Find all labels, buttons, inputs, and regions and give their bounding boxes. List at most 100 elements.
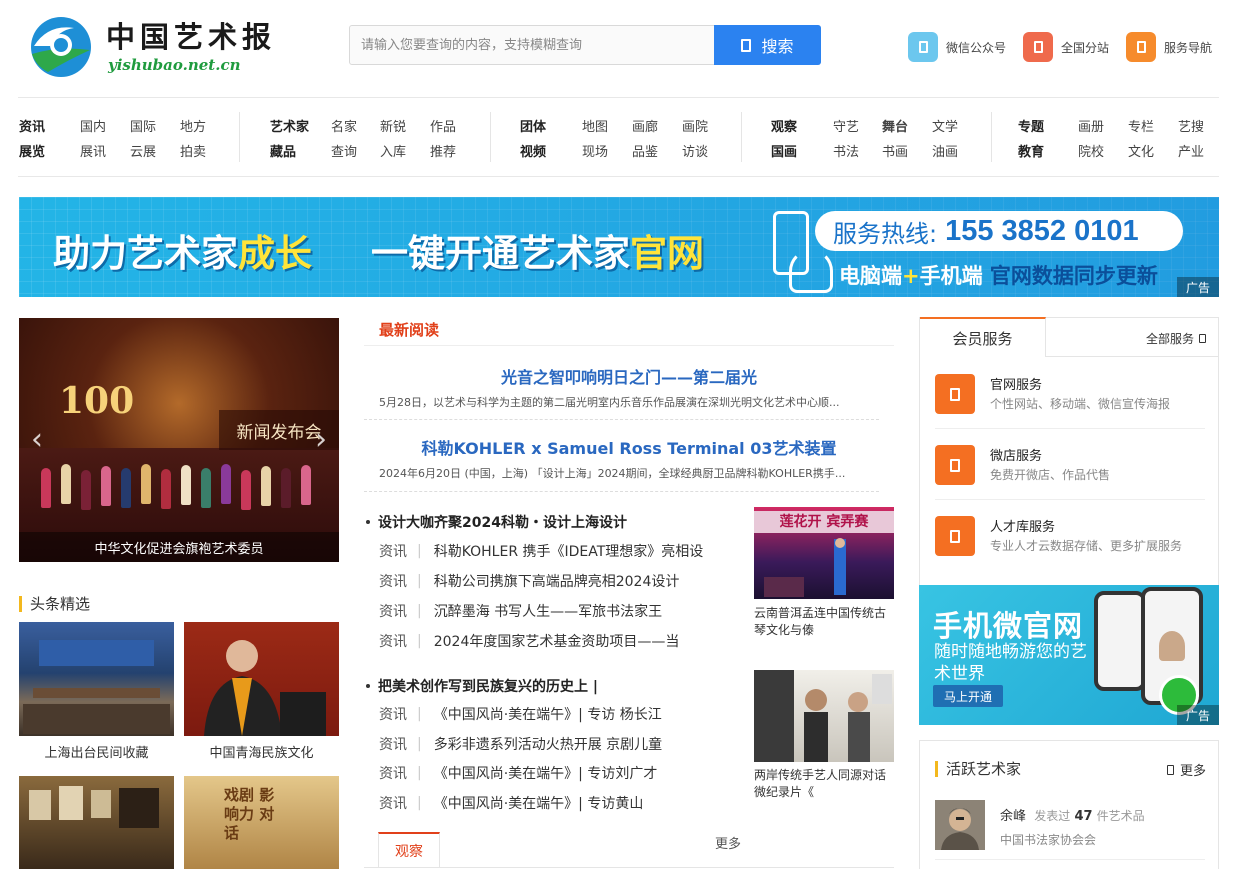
slider-prev-button[interactable]: ‹: [29, 422, 45, 457]
headline-thumb[interactable]: 戏剧 影响力 对话: [184, 776, 339, 869]
nav-item[interactable]: 作品: [430, 116, 456, 135]
nav-item[interactable]: 新锐: [380, 116, 406, 135]
nav-item[interactable]: 产业: [1178, 141, 1204, 160]
search-button-label: 搜索: [761, 37, 794, 56]
photo-slider[interactable]: 100 新闻发布会 ‹ › 中华文化促进会旗袍艺术委员: [19, 318, 339, 562]
mobile-ad-title: 手机微官网: [933, 609, 1084, 643]
nav-head[interactable]: 视频: [520, 141, 546, 160]
nav-item[interactable]: 推荐: [430, 141, 456, 160]
nav-item[interactable]: 书法: [833, 141, 859, 160]
open-now-button[interactable]: 马上开通: [933, 685, 1003, 707]
list-item[interactable]: 资讯 | 多彩非遗系列活动火热开展 京剧儿童: [379, 734, 724, 754]
nav-head[interactable]: 国画: [771, 141, 797, 160]
all-services-link[interactable]: 全部服务: [1146, 330, 1206, 347]
list-item[interactable]: 资讯 | 科勒KOHLER 携手《IDEAT理想家》亮相设: [379, 541, 724, 561]
nav-head[interactable]: 资讯: [19, 116, 45, 135]
list-item[interactable]: 资讯 | 《中国风尚·美在端午》| 专访黄山: [379, 793, 724, 813]
nav-group-observe: 观察 守艺 舞台 文学 国画 书法 书画 油画: [771, 116, 971, 166]
slide-figure: [161, 469, 171, 509]
headline-thumb[interactable]: [19, 776, 174, 869]
list-item[interactable]: 资讯 | 2024年度国家艺术基金资助项目——当: [379, 631, 724, 651]
nav-item[interactable]: 国内: [80, 116, 106, 135]
nav-head[interactable]: 教育: [1018, 141, 1044, 160]
list-item[interactable]: 资讯 | 《中国风尚·美在端午》| 专访 杨长江: [379, 704, 724, 724]
nav-head[interactable]: 专题: [1018, 116, 1044, 135]
nav-item[interactable]: 画廊: [632, 116, 658, 135]
nav-item[interactable]: 艺搜: [1178, 116, 1204, 135]
nav-item[interactable]: 文学: [932, 116, 958, 135]
wechat-link[interactable]: 微信公众号: [908, 32, 1006, 62]
branch-sites-link[interactable]: 全国分站: [1023, 32, 1109, 62]
nav-item[interactable]: 查询: [331, 141, 357, 160]
section-divider: [364, 345, 894, 346]
slide-figure: [241, 470, 251, 510]
banner-slogan-1: 助力艺术家成长: [53, 232, 312, 275]
logo-mark-icon: [31, 17, 91, 77]
artist-name-line[interactable]: 余峰 发表过 47 件艺术品: [1000, 805, 1145, 824]
slide-figure: [41, 468, 51, 508]
search-button[interactable]: 搜索: [714, 25, 821, 65]
tab-observe[interactable]: 观察: [378, 832, 440, 868]
tab-baseline: [364, 867, 894, 868]
slide-caption[interactable]: 中华文化促进会旗袍艺术委员: [19, 532, 339, 562]
member-services-panel: 会员服务 全部服务 官网服务 个性网站、移动端、微信宣传海报 微店服务 免费开微…: [919, 317, 1219, 598]
mobile-site-ad[interactable]: 手机微官网 随时随地畅游您的艺术世界 马上开通 广告: [919, 585, 1219, 725]
headline-caption[interactable]: 中国青海民族文化: [184, 742, 339, 761]
nav-item[interactable]: 展讯: [80, 141, 106, 160]
service-item[interactable]: 官网服务 个性网站、移动端、微信宣传海报: [935, 374, 1205, 434]
nav-item[interactable]: 现场: [582, 141, 608, 160]
nav-item[interactable]: 访谈: [682, 141, 708, 160]
nav-head[interactable]: 展览: [19, 141, 45, 160]
side-thumb[interactable]: 莲花开 宾弄赛: [754, 507, 894, 599]
list-item[interactable]: 资讯 | 《中国风尚·美在端午》| 专访刘广才: [379, 763, 724, 783]
nav-item[interactable]: 名家: [331, 116, 357, 135]
list-item[interactable]: 资讯 | 沉醉墨海 书写人生——军旅书法家王: [379, 601, 724, 621]
nav-item[interactable]: 云展: [130, 141, 156, 160]
nav-group-artist: 艺术家 名家 新锐 作品 藏品 查询 入库 推荐: [270, 116, 470, 166]
nav-item[interactable]: 舞台: [882, 116, 908, 135]
nav-head[interactable]: 团体: [520, 116, 546, 135]
news-group-head[interactable]: 设计大咖齐聚2024科勒・设计上海设计: [366, 512, 627, 532]
service-item[interactable]: 人才库服务 专业人才云数据存储、更多扩展服务: [935, 516, 1205, 576]
nav-item[interactable]: 画院: [682, 116, 708, 135]
nav-item[interactable]: 守艺: [833, 116, 859, 135]
slider-next-button[interactable]: ›: [313, 422, 329, 457]
nav-head[interactable]: 艺术家: [270, 116, 309, 135]
nav-item[interactable]: 地方: [180, 116, 206, 135]
nav-item[interactable]: 拍卖: [180, 141, 206, 160]
tab-member-services[interactable]: 会员服务: [920, 317, 1046, 357]
nav-head[interactable]: 观察: [771, 116, 797, 135]
service-nav-link[interactable]: 服务导航: [1126, 32, 1212, 62]
headline-thumb[interactable]: [19, 622, 174, 736]
nav-item[interactable]: 入库: [380, 141, 406, 160]
side-caption[interactable]: 云南普洱孟连中国传统古琴文化与傣: [754, 605, 894, 639]
nav-item[interactable]: 品鉴: [632, 141, 658, 160]
service-item[interactable]: 微店服务 免费开微店、作品代售: [935, 445, 1205, 505]
search-input[interactable]: [350, 26, 715, 64]
nav-item[interactable]: 院校: [1078, 141, 1104, 160]
headline-thumb[interactable]: [184, 622, 339, 736]
nav-item[interactable]: 油画: [932, 141, 958, 160]
ad-banner[interactable]: 助力艺术家成长 一键开通艺术家官网 服务热线: 155 3852 0101 电脑…: [19, 197, 1219, 297]
nav-item[interactable]: 文化: [1128, 141, 1154, 160]
avatar[interactable]: [935, 800, 985, 850]
nav-item[interactable]: 画册: [1078, 116, 1104, 135]
featured-title[interactable]: 科勒KOHLER x Samuel Ross Terminal 03艺术装置: [364, 435, 894, 459]
nav-item[interactable]: 国际: [130, 116, 156, 135]
list-item[interactable]: 资讯 | 科勒公司携旗下高端品牌亮相2024设计: [379, 571, 724, 591]
banner-subline: 电脑端+手机端 官网数据同步更新: [839, 264, 1158, 288]
nav-item[interactable]: 地图: [582, 116, 608, 135]
side-caption[interactable]: 两岸传统手艺人同源对话微纪录片《: [754, 767, 894, 801]
news-group-head[interactable]: 把美术创作写到民族复兴的历史上 |: [366, 676, 598, 696]
nav-item[interactable]: 专栏: [1128, 116, 1154, 135]
site-logo[interactable]: 中国艺术报 yishubao.net.cn: [28, 14, 278, 80]
headline-caption[interactable]: 上海出台民间收藏: [19, 742, 174, 761]
artists-more-link[interactable]: 更多: [1166, 760, 1206, 779]
featured-title[interactable]: 光音之智叩响明日之门——第二届光: [364, 364, 894, 388]
nav-head[interactable]: 藏品: [270, 141, 296, 160]
more-link[interactable]: 更多: [715, 833, 741, 852]
side-thumb[interactable]: [754, 670, 894, 762]
search-bar: 搜索: [349, 25, 821, 65]
talent-icon: [935, 516, 975, 556]
nav-item[interactable]: 书画: [882, 141, 908, 160]
